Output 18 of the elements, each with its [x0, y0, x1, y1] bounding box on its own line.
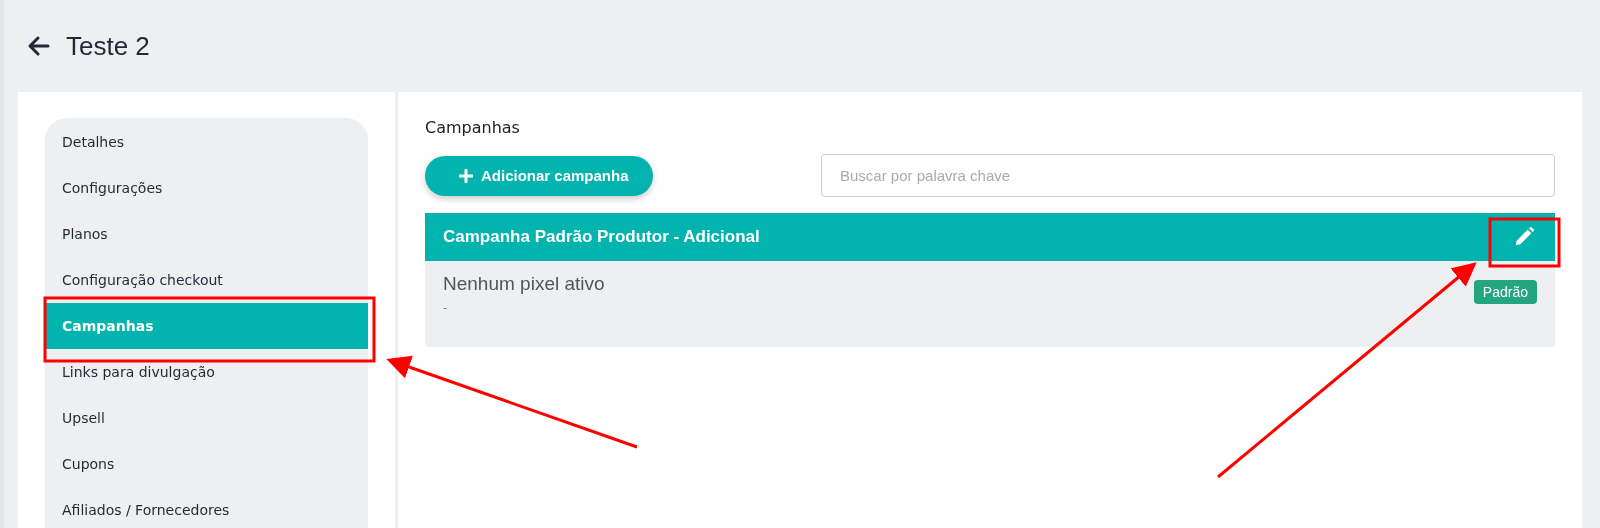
campaign-detail: -: [443, 301, 449, 315]
sidebar-item[interactable]: Upsell: [45, 395, 368, 441]
plus-icon: [459, 168, 473, 183]
default-badge: Padrão: [1473, 280, 1537, 304]
sidebar-item[interactable]: Links para divulgação: [45, 349, 368, 395]
sidebar-item[interactable]: Planos: [45, 211, 368, 257]
back-arrow-icon[interactable]: [26, 34, 52, 58]
sidebar-item[interactable]: Cupons: [45, 441, 368, 487]
sidebar-item[interactable]: Detalhes: [45, 119, 368, 165]
sidebar-item[interactable]: Configuração checkout: [45, 257, 368, 303]
search-field[interactable]: Buscar por palavra chave: [821, 154, 1555, 197]
campaign-name: Campanha Padrão Produtor - Adicional: [443, 227, 760, 247]
edit-icon[interactable]: [1513, 226, 1535, 248]
sidebar-item[interactable]: Afiliados / Fornecedores: [45, 487, 368, 528]
pixel-status: Nenhum pixel ativo: [443, 273, 605, 295]
sidebar-item[interactable]: Configurações: [45, 165, 368, 211]
page-title: Teste 2: [66, 30, 150, 62]
section-heading: Campanhas: [425, 118, 521, 137]
